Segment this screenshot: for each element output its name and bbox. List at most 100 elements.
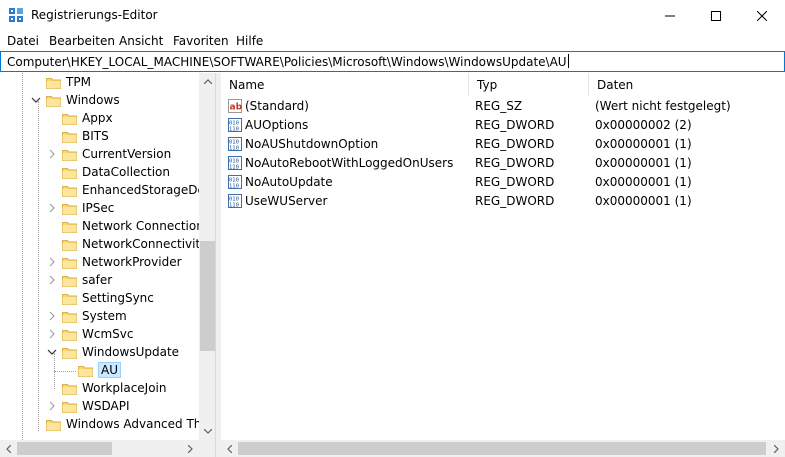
tree-item[interactable]: EnhancedStorageDevi: [0, 182, 215, 200]
chevron-right-icon[interactable]: [46, 274, 58, 286]
chevron-right-icon[interactable]: [46, 310, 58, 322]
tree-item[interactable]: BITS: [0, 128, 199, 146]
svg-text:110: 110: [229, 184, 239, 190]
menu-favoriten[interactable]: Favoriten: [173, 34, 229, 48]
tree-item[interactable]: TPM: [0, 74, 199, 92]
menu-ansicht[interactable]: Ansicht: [119, 34, 163, 48]
list-scroll-left-arrow-icon[interactable]: [221, 440, 238, 457]
tree-item[interactable]: Network Connections: [0, 218, 210, 236]
folder-icon: [62, 222, 77, 233]
tree-guide-line: [22, 73, 23, 440]
scroll-right-arrow-icon[interactable]: [182, 440, 199, 457]
menu-hilfe[interactable]: Hilfe: [236, 34, 263, 48]
scroll-down-arrow-icon[interactable]: [199, 423, 215, 440]
tree-vertical-scroll-thumb[interactable]: [200, 241, 215, 351]
tree-item[interactable]: NetworkConnectivityS: [0, 236, 215, 254]
svg-text:110: 110: [229, 146, 239, 152]
list-horizontal-scroll-thumb[interactable]: [238, 442, 766, 455]
column-header-type[interactable]: Typ: [469, 73, 589, 96]
tree-item[interactable]: Windows Advanced Thre: [0, 416, 213, 434]
tree-item[interactable]: IPSec: [0, 200, 199, 218]
chevron-down-icon[interactable]: [46, 346, 58, 358]
list-scroll-right-arrow-icon[interactable]: [768, 440, 785, 457]
tree-item[interactable]: System: [0, 308, 199, 326]
tree-item-label: safer: [82, 273, 113, 287]
value-type: REG_SZ: [475, 99, 523, 113]
close-button[interactable]: [739, 0, 785, 31]
value-row[interactable]: 010 110 NoAutoUpdate REG_DWORD 0x00000001 (1…: [221, 173, 781, 192]
tree-horizontal-scroll-thumb[interactable]: [17, 442, 112, 455]
tree-item[interactable]: NetworkProvider: [0, 254, 199, 272]
column-header-data[interactable]: Daten: [589, 73, 781, 96]
chevron-right-icon[interactable]: [46, 328, 58, 340]
svg-text:110: 110: [229, 165, 239, 171]
key-tree[interactable]: TPM Windows Appx BITS CurrentVersion DataColl…: [0, 73, 216, 457]
address-path-text: Computer\HKEY_LOCAL_MACHINE\SOFTWARE\Pol…: [7, 55, 567, 69]
folder-icon: [62, 294, 77, 305]
value-list[interactable]: Name Typ Daten ab (Standard) REG_SZ (Wert n…: [221, 73, 785, 457]
tree-item-label: DataCollection: [82, 165, 171, 179]
scrollbar-corner: [199, 440, 215, 457]
folder-icon: [62, 312, 77, 323]
tree-item[interactable]: WcmSvc: [0, 326, 199, 344]
tree-item[interactable]: SettingSync: [0, 290, 199, 308]
value-name: NoAUShutdownOption: [245, 137, 379, 151]
value-row[interactable]: 010 110 NoAutoRebootWithLoggedOnUsers REG_D…: [221, 154, 781, 173]
menu-bar: Datei Bearbeiten Ansicht Favoriten Hilfe: [0, 31, 785, 51]
tree-item[interactable]: Windows: [0, 92, 199, 110]
tree-item[interactable]: AU: [0, 362, 199, 380]
title-bar[interactable]: Registrierungs-Editor: [0, 0, 785, 31]
chevron-right-icon[interactable]: [46, 400, 58, 412]
value-row[interactable]: 010 110 NoAUShutdownOption REG_DWORD 0x00000…: [221, 135, 781, 154]
address-bar[interactable]: Computer\HKEY_LOCAL_MACHINE\SOFTWARE\Pol…: [0, 51, 785, 72]
tree-item-label: Appx: [82, 111, 113, 125]
value-row[interactable]: ab (Standard) REG_SZ (Wert nicht festgelegt…: [221, 97, 781, 116]
minimize-icon: [665, 15, 675, 16]
folder-icon: [62, 330, 77, 341]
folder-icon: [62, 240, 77, 251]
value-type: REG_DWORD: [475, 137, 555, 151]
chevron-down-icon[interactable]: [30, 94, 42, 106]
scroll-up-arrow-icon[interactable]: [199, 73, 215, 90]
tree-vertical-scrollbar[interactable]: [199, 73, 215, 440]
tree-item[interactable]: WindowsUpdate: [0, 344, 199, 362]
list-horizontal-scrollbar[interactable]: [221, 440, 785, 457]
value-data: 0x00000001 (1): [595, 137, 692, 151]
binary-value-icon: 010110: [228, 137, 242, 151]
menu-datei[interactable]: Datei: [7, 34, 39, 48]
folder-icon: [62, 276, 77, 287]
value-row[interactable]: 010 110 AUOptions REG_DWORD 0x00000002 (2): [221, 116, 781, 135]
close-icon: [757, 10, 767, 21]
scroll-left-arrow-icon[interactable]: [0, 440, 17, 457]
maximize-button[interactable]: [693, 0, 739, 31]
chevron-right-icon[interactable]: [46, 202, 58, 214]
tree-item[interactable]: CurrentVersion: [0, 146, 199, 164]
folder-icon: [62, 114, 77, 125]
svg-text:110: 110: [229, 127, 239, 133]
svg-text:110: 110: [229, 203, 239, 209]
folder-icon: [62, 150, 77, 161]
svg-text:ab: ab: [230, 103, 243, 113]
column-header-name[interactable]: Name: [221, 73, 469, 96]
tree-item[interactable]: WorkplaceJoin: [0, 380, 199, 398]
tree-guide-line: [38, 101, 39, 431]
tree-item[interactable]: DataCollection: [0, 164, 199, 182]
tree-horizontal-scrollbar[interactable]: [0, 440, 199, 457]
value-row[interactable]: 010 110 UseWUServer REG_DWORD 0x00000001 (1): [221, 192, 781, 211]
value-data: 0x00000001 (1): [595, 194, 692, 208]
binary-value-icon: 010110: [228, 175, 242, 189]
window-title: Registrierungs-Editor: [31, 8, 158, 22]
folder-icon: [62, 384, 77, 395]
address-path[interactable]: Computer\HKEY_LOCAL_MACHINE\SOFTWARE\Pol…: [7, 54, 569, 69]
tree-item[interactable]: Appx: [0, 110, 199, 128]
value-name: AUOptions: [245, 118, 309, 132]
tree-item-label: Windows Advanced Thre: [66, 417, 214, 431]
menu-bearbeiten[interactable]: Bearbeiten: [49, 34, 115, 48]
minimize-button[interactable]: [647, 0, 693, 31]
tree-item[interactable]: safer: [0, 272, 199, 290]
binary-value-icon: 010110: [228, 156, 242, 170]
value-name: (Standard): [245, 99, 309, 113]
chevron-right-icon[interactable]: [46, 148, 58, 160]
tree-item[interactable]: WSDAPI: [0, 398, 199, 416]
chevron-right-icon[interactable]: [46, 256, 58, 268]
